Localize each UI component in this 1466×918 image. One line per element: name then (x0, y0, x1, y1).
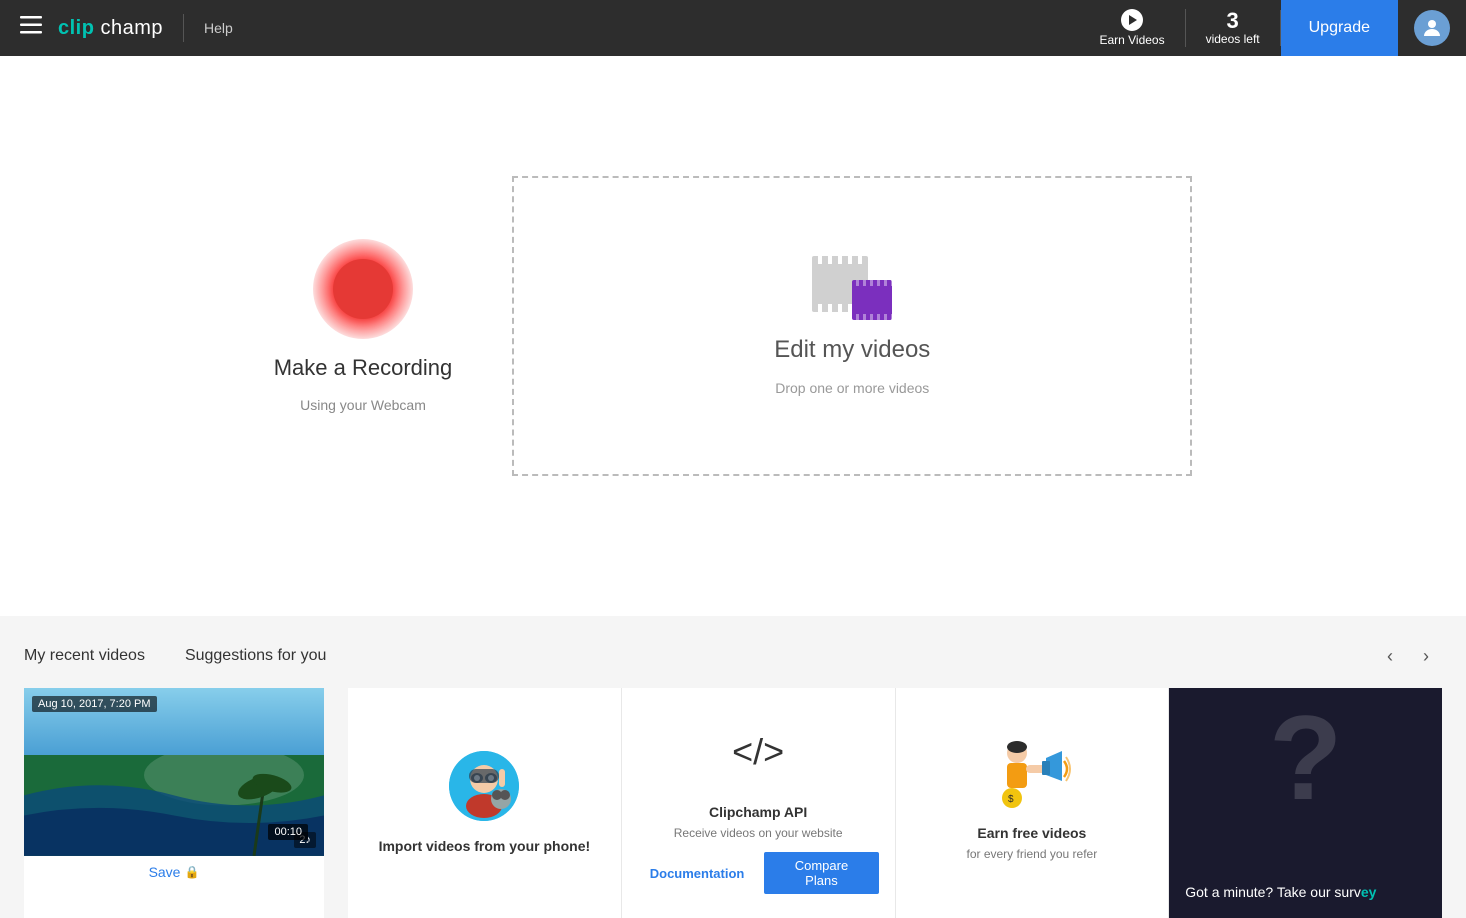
recent-videos-title: My recent videos (24, 647, 145, 665)
survey-card-text: Got a minute? Take our surv (1185, 884, 1361, 900)
nav-arrows: ‹ › (1374, 640, 1442, 672)
survey-card[interactable]: ? Got a minute? Take our survey (1169, 688, 1442, 918)
earn-free-videos-icon-area: $ (992, 733, 1072, 813)
bottom-section: My recent videos Suggestions for you ‹ ›… (0, 616, 1466, 918)
lock-icon: 🔒 (184, 865, 199, 879)
video-duration: 00:10 (268, 824, 308, 840)
film-icon (812, 256, 892, 320)
compare-plans-button[interactable]: Compare Plans (764, 852, 878, 894)
api-card[interactable]: </> Clipchamp API Receive videos on your… (622, 688, 896, 918)
earn-free-videos-subtitle: for every friend you refer (967, 847, 1098, 861)
logo-clip: clip (58, 17, 94, 40)
video-timestamp: Aug 10, 2017, 7:20 PM (32, 696, 157, 712)
record-section[interactable]: Make a Recording Using your Webcam (274, 239, 453, 413)
record-subtitle: Using your Webcam (300, 397, 426, 413)
recent-video-card[interactable]: Aug 10, 2017, 7:20 PM 2♪ 00:10 (24, 688, 324, 918)
edit-subtitle: Drop one or more videos (775, 380, 929, 396)
header-right: Earn Videos 3 videos left Upgrade (1079, 0, 1450, 56)
logo[interactable]: clip champ (58, 17, 163, 40)
phone-import-card[interactable]: Import videos from your phone! (348, 688, 622, 918)
edit-drop-zone[interactable]: Edit my videos Drop one or more videos (512, 176, 1192, 476)
record-title: Make a Recording (274, 355, 453, 381)
earn-videos-button[interactable]: Earn Videos (1079, 9, 1185, 47)
suggestions-title: Suggestions for you (185, 647, 326, 665)
header: clip champ Help Earn Videos 3 videos left… (0, 0, 1466, 56)
menu-icon[interactable] (16, 12, 46, 44)
bottom-cards: Aug 10, 2017, 7:20 PM 2♪ 00:10 (24, 688, 1442, 918)
svg-text:$: $ (1008, 794, 1014, 805)
play-icon (1121, 9, 1143, 31)
api-icon: </> (732, 731, 784, 773)
edit-title: Edit my videos (774, 336, 930, 364)
bottom-header: My recent videos Suggestions for you ‹ › (24, 640, 1442, 672)
nav-next-button[interactable]: › (1410, 640, 1442, 672)
videos-left-display[interactable]: 3 videos left (1186, 10, 1281, 46)
question-mark-bg: ? (1269, 698, 1342, 818)
megaphone-illustration: $ (992, 733, 1072, 813)
videos-left-label: videos left (1206, 32, 1260, 46)
upgrade-button[interactable]: Upgrade (1281, 0, 1398, 56)
phone-import-icon-area (444, 746, 524, 826)
video-info: Save 🔒 (24, 856, 324, 888)
documentation-button[interactable]: Documentation (638, 852, 757, 894)
suggestion-cards: Import videos from your phone! </> Clipc… (348, 688, 1442, 918)
earn-free-videos-card[interactable]: $ Earn free videos for every friend you … (896, 688, 1170, 918)
api-icon-area: </> (718, 712, 798, 792)
save-link[interactable]: Save 🔒 (149, 864, 200, 880)
main-content: Make a Recording Using your Webcam Edit … (0, 56, 1466, 616)
help-link[interactable]: Help (204, 20, 233, 36)
api-card-subtitle: Receive videos on your website (674, 826, 843, 840)
api-card-buttons: Documentation Compare Plans (638, 852, 879, 894)
logo-champ: champ (100, 17, 163, 40)
phone-import-illustration (449, 751, 519, 821)
nav-prev-button[interactable]: ‹ (1374, 640, 1406, 672)
video-thumbnail: Aug 10, 2017, 7:20 PM 2♪ 00:10 (24, 688, 324, 856)
earn-videos-label: Earn Videos (1099, 33, 1164, 47)
survey-card-link[interactable]: ey (1361, 884, 1377, 900)
earn-free-videos-title: Earn free videos (977, 825, 1086, 841)
header-divider (183, 14, 184, 42)
videos-left-count: 3 (1226, 10, 1238, 32)
record-btn-inner (333, 259, 393, 319)
user-avatar[interactable] (1414, 10, 1450, 46)
record-button[interactable] (313, 239, 413, 339)
film-strip-purple (852, 280, 892, 320)
api-card-title: Clipchamp API (709, 804, 807, 820)
phone-import-title: Import videos from your phone! (379, 838, 591, 854)
